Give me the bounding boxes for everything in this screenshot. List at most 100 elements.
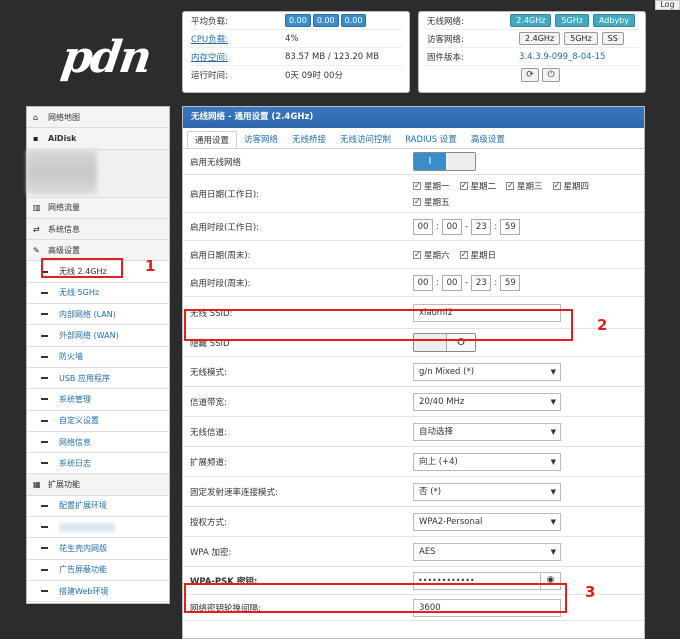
sidebar-item-extensions[interactable]: ▦ 扩展功能 (27, 474, 169, 496)
tab-advanced[interactable]: 高级设置 (464, 131, 512, 148)
sidebar-item-firewall[interactable]: 防火墙 (27, 346, 169, 368)
row-ext-channel: 扩展频道: 向上 (+4) ▼ (183, 447, 644, 477)
bandwidth-select[interactable]: 20/40 MHz ▼ (413, 392, 561, 411)
tab-general[interactable]: 通用设置 (187, 131, 238, 148)
weektime-label: 启用时段(周末): (190, 278, 251, 289)
cb-label: 星期一 (424, 181, 450, 192)
sidebar-item-ext-config[interactable]: 配置扩展环境 (27, 495, 169, 518)
page-title: 无线网络 - 通用设置 (2.4GHz) (183, 107, 644, 128)
auth-select[interactable]: WPA2-Personal ▼ (413, 512, 561, 531)
ext-channel-label: 扩展频道: (190, 457, 227, 468)
work-end-min[interactable]: 59 (500, 218, 521, 235)
sidebar-label: 系统日志 (59, 458, 91, 468)
select-value: AES (419, 546, 436, 557)
sidebar-item-netinfo[interactable]: 网络信息 (27, 431, 169, 454)
chevron-down-icon: ▼ (550, 367, 556, 376)
week-start-min[interactable]: 00 (442, 274, 463, 291)
rate-select[interactable]: 否 (*) ▼ (413, 482, 561, 501)
cpu-link[interactable]: CPU负载: (189, 33, 285, 45)
cpu-value: 4% (285, 33, 299, 44)
tab-bar: 通用设置 访客网络 无线桥接 无线访问控制 RADIUS 设置 高级设置 (183, 128, 644, 149)
ext-channel-select[interactable]: 向上 (+4) ▼ (413, 452, 561, 471)
sidebar-item-oray[interactable]: 花生壳内网版 (27, 538, 169, 560)
tue-checkbox[interactable]: ✓ 星期二 (459, 180, 496, 192)
cb-label: 星期日 (470, 250, 497, 261)
mode-label: 无线模式: (190, 367, 227, 378)
sidebar-item-adblock[interactable]: 广告屏蔽功能 (27, 559, 169, 581)
load-1m: 0.00 (285, 14, 311, 27)
log-button[interactable]: Log (655, 0, 680, 10)
tab-guest[interactable]: 访客网络 (237, 131, 285, 148)
sidebar-item-aidisk[interactable]: ▪ AiDisk (27, 128, 169, 150)
sidebar-item-ext-hidden[interactable] (27, 517, 169, 539)
work-end-hour[interactable]: 23 (471, 218, 492, 235)
fri-checkbox[interactable]: ✓ 星期五 (413, 196, 450, 208)
chevron-down-icon: ▼ (550, 397, 556, 406)
guest-label: 访客网络: (427, 34, 464, 45)
annotation-box-2 (184, 309, 573, 341)
annotation-box-1 (41, 258, 123, 278)
sidebar-label: 网络信息 (59, 437, 91, 447)
mode-select[interactable]: g/n Mixed (*) ▼ (413, 362, 561, 381)
chevron-down-icon: ▼ (550, 517, 556, 526)
sidebar-item-custom[interactable]: 自定义设置 (27, 410, 169, 432)
sun-checkbox[interactable]: ✓ 星期日 (459, 249, 497, 261)
tab-radius[interactable]: RADIUS 设置 (398, 131, 464, 148)
select-value: WPA2-Personal (419, 516, 483, 527)
sidebar-item-wan[interactable]: 外部网络 (WAN) (27, 325, 169, 347)
tab-bridge[interactable]: 无线桥接 (285, 131, 333, 148)
mem-link[interactable]: 内存空间: (189, 51, 285, 63)
sidebar-label: 自定义设置 (59, 416, 99, 426)
select-value: 自动选择 (419, 426, 454, 437)
net-24-button[interactable]: 2.4GHz (510, 14, 552, 27)
sidebar-item-network-map[interactable]: ⌂ 网络地图 (27, 107, 169, 129)
week-end-min[interactable]: 59 (500, 274, 521, 291)
sidebar-item-lan[interactable]: 内部网络 (LAN) (27, 304, 169, 326)
wed-checkbox[interactable]: ✓ 星期三 (506, 180, 543, 192)
grid-icon: ▦ (33, 480, 41, 490)
mon-checkbox[interactable]: ✓ 星期一 (413, 180, 450, 192)
guest-5-button[interactable]: 5GHz (564, 32, 598, 45)
sidebar-item-admin[interactable]: 系统管理 (27, 389, 169, 411)
week-start-hour[interactable]: 00 (413, 274, 433, 291)
shuffle-icon: ⇄ (33, 224, 40, 234)
sidebar-item-wifi5[interactable]: 无线 5GHz (27, 282, 169, 305)
sidebar-label: 无线 5GHz (59, 288, 100, 298)
work-start-min[interactable]: 00 (442, 218, 463, 235)
chevron-down-icon: ▼ (550, 427, 556, 436)
ss-button[interactable]: SS (601, 32, 624, 45)
sidebar-item-traffic[interactable]: ▥ 网络流量 (27, 197, 169, 219)
guest-24-button[interactable]: 2.4GHz (519, 32, 561, 45)
adbyby-button[interactable]: Adbyby (592, 14, 635, 27)
toggle-on-label: I (414, 153, 446, 170)
cb-label: 星期四 (563, 181, 590, 192)
sidebar-item-sysinfo[interactable]: ⇄ 系统信息 (27, 218, 169, 241)
work-start-hour[interactable]: 00 (413, 218, 433, 235)
row-worktime: 启用时段(工作日): 00:00-23:59 (183, 213, 644, 241)
row-workdays: 启用日期(工作日): ✓ 星期一 ✓ 星期二 ✓ 星期三 ✓ 星期四 ✓ 星期五 (183, 175, 644, 213)
cb-label: 星期三 (517, 181, 543, 192)
sat-checkbox[interactable]: ✓ 星期六 (413, 249, 450, 261)
net-5-button[interactable]: 5GHz (555, 14, 589, 27)
channel-select[interactable]: 自动选择 ▼ (413, 422, 561, 441)
blurred-area (27, 149, 97, 194)
row-mode: 无线模式: g/n Mixed (*) ▼ (183, 357, 644, 387)
week-end-hour[interactable]: 23 (471, 274, 492, 291)
row-weekend: 启用日期(周末): ✓ 星期六 ✓ 星期日 (183, 241, 644, 269)
cb-label: 星期六 (424, 250, 450, 261)
sidebar-item-web[interactable]: 搭建Web环境 (27, 580, 169, 603)
sidebar-item-syslog[interactable]: 系统日志 (27, 453, 169, 475)
power-icon[interactable]: ⏻ (542, 68, 560, 82)
fw-link[interactable]: 3.4.3.9-099_8-04-15 (519, 52, 605, 62)
encryption-select[interactable]: AES ▼ (413, 542, 561, 561)
sidebar-label: 系统信息 (48, 224, 80, 234)
thu-checkbox[interactable]: ✓ 星期四 (552, 180, 590, 192)
sidebar-item-usb[interactable]: USB 应用程序 (27, 367, 169, 390)
refresh-icon[interactable]: ⟳ (521, 68, 539, 82)
row-enable: 启用无线网络 I (183, 149, 644, 175)
chart-icon: ▥ (33, 203, 41, 213)
tab-access-control[interactable]: 无线访问控制 (333, 131, 398, 148)
wireless-panel: 无线网络: 2.4GHz 5GHz Adbyby 访客网络: 2.4GHz 5GHz S… (418, 11, 646, 93)
select-value: 否 (*) (419, 486, 442, 497)
enable-toggle[interactable]: I (413, 152, 476, 171)
